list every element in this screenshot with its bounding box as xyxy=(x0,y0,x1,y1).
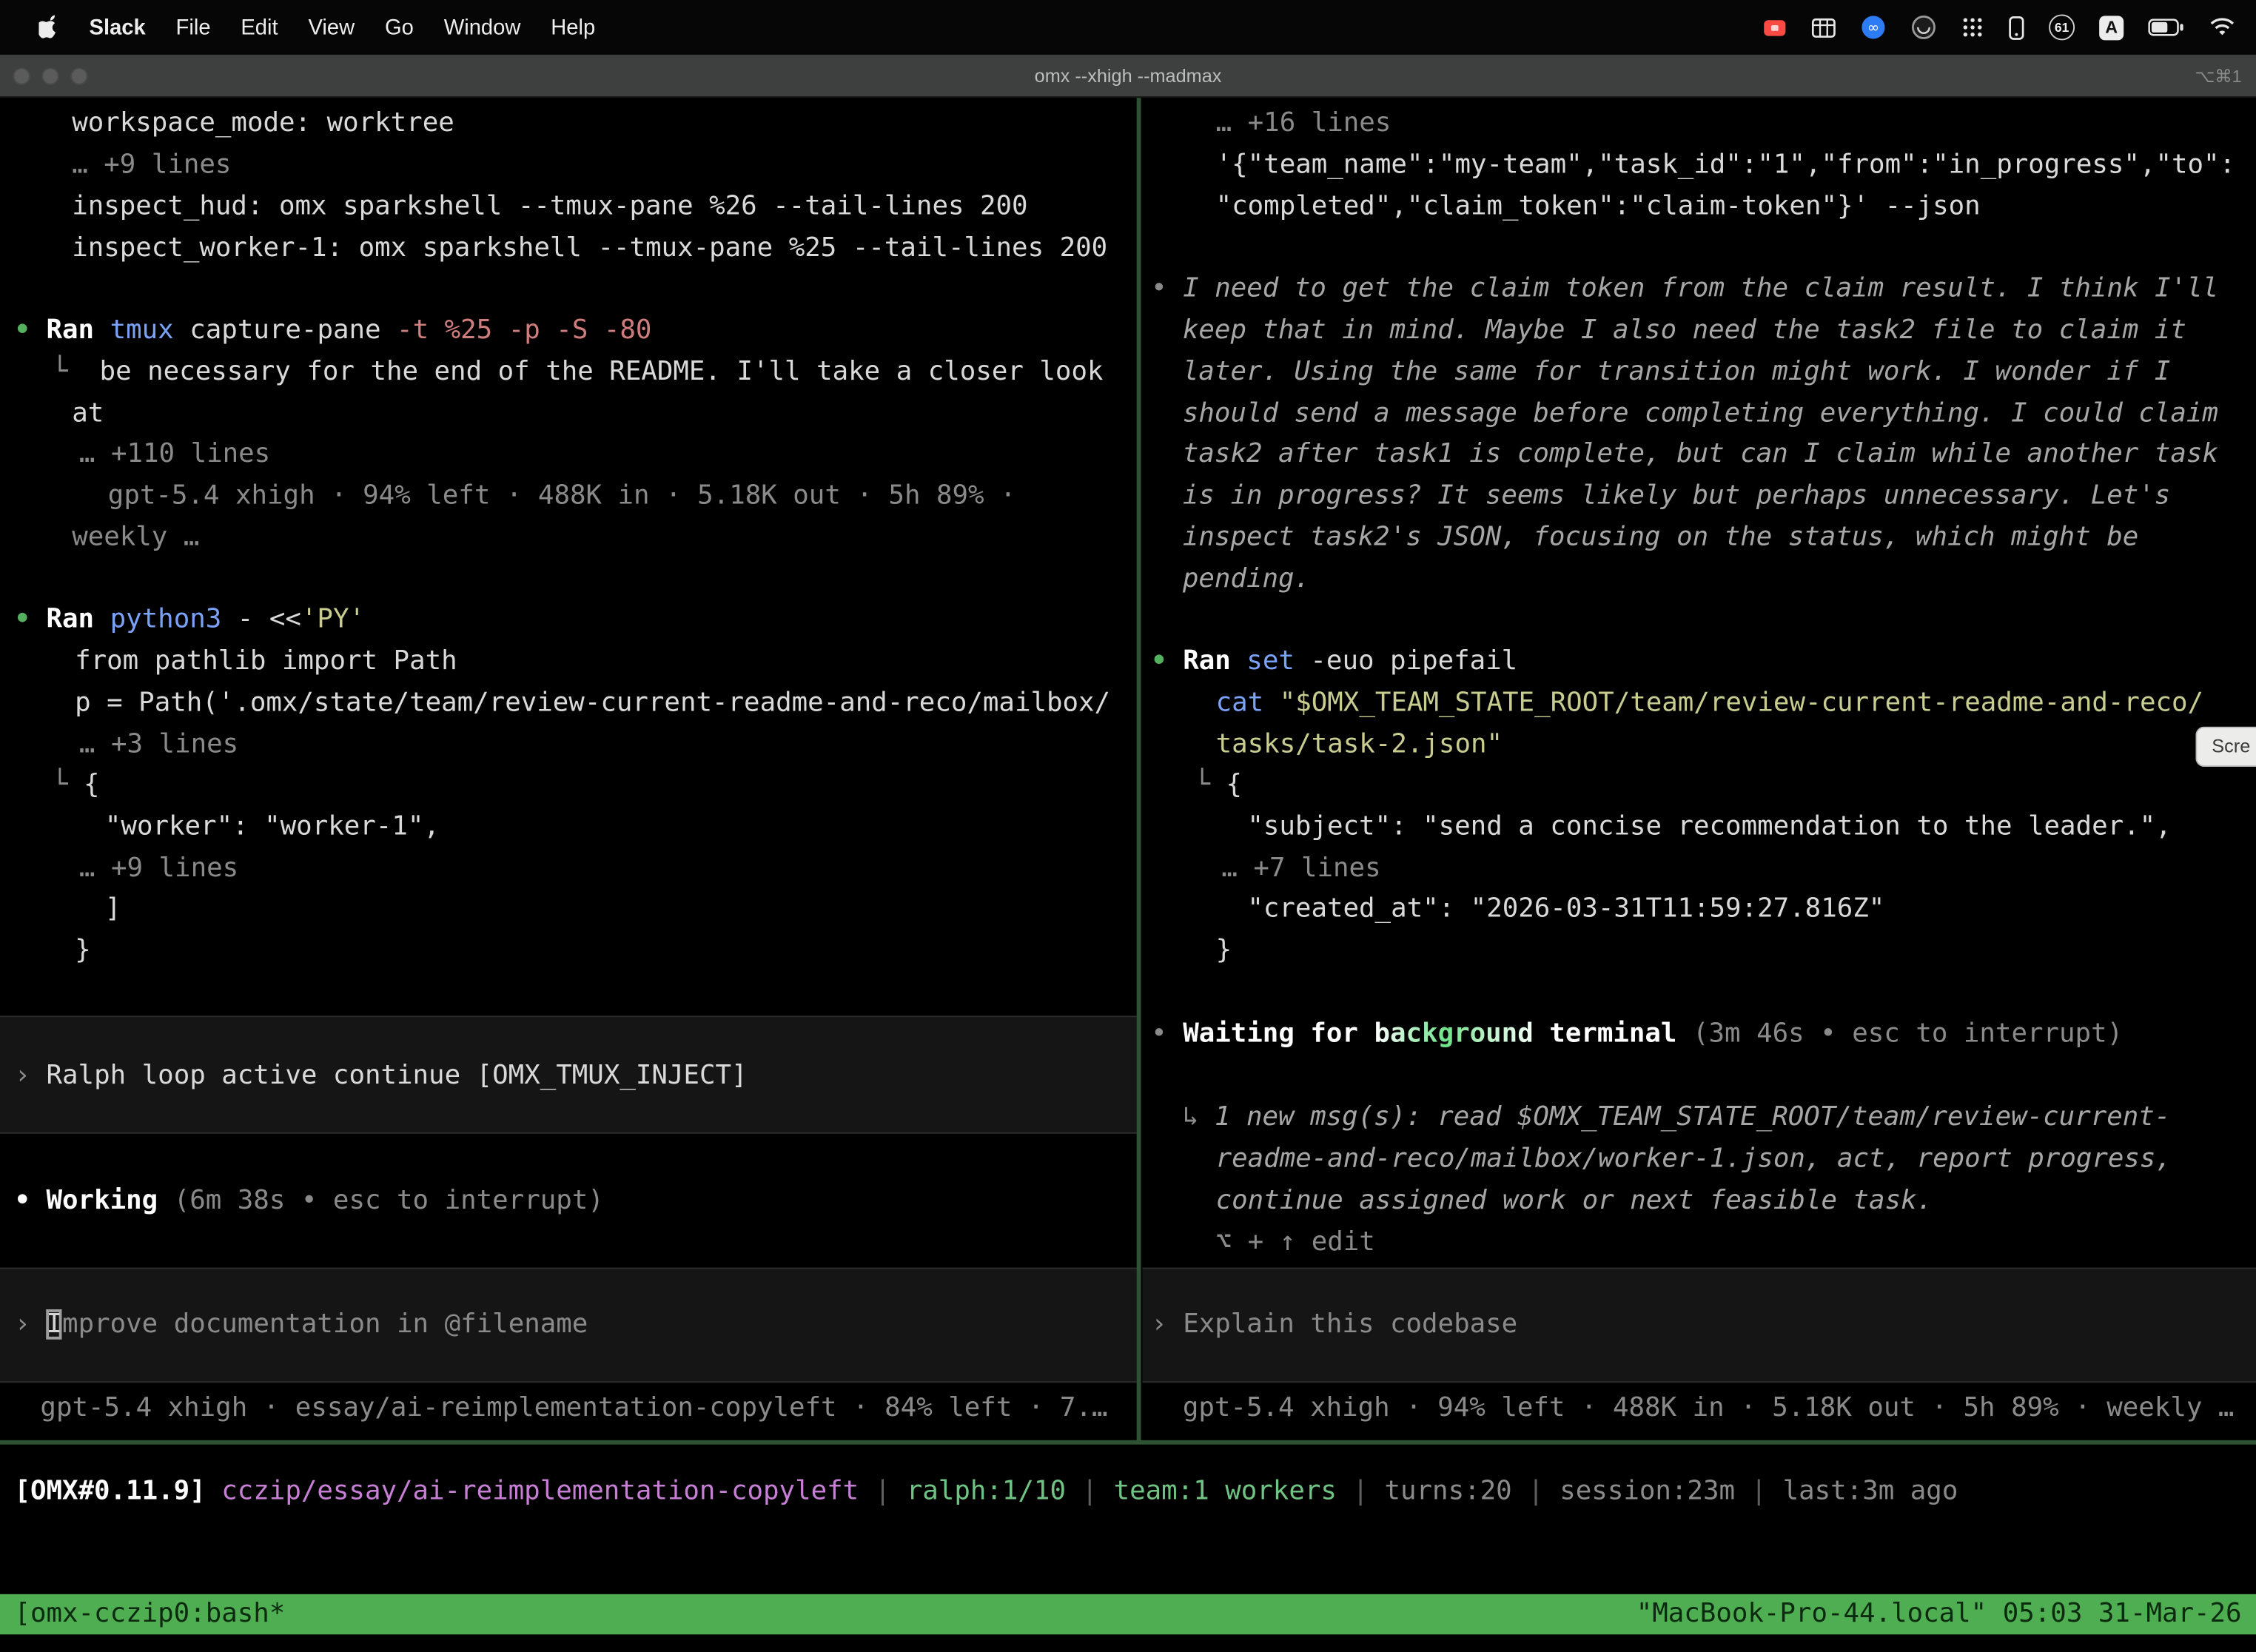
terminal-line: later. Using the same for transition mig… xyxy=(1183,351,2170,392)
dark-circle-app-icon[interactable] xyxy=(1910,14,1936,40)
terminal-line: └ { xyxy=(1194,764,1242,805)
window-title-bar: omx --xhigh --madmax ⌥⌘1 xyxy=(0,55,2256,98)
omx-status-line: [OMX#0.11.9] cczip/essay/ai-reimplementa… xyxy=(14,1471,1958,1512)
menu-view[interactable]: View xyxy=(308,15,355,39)
app-menus: File Edit View Go Window Help xyxy=(146,15,595,39)
terminal-line: p = Path('.omx/state/team/review-current… xyxy=(75,682,1110,723)
terminal-line: inspect_hud: omx sparkshell --tmux-pane … xyxy=(72,186,1027,227)
tmux-status-bar: [omx-cczip0:bash* "MacBook-Pro-44.local"… xyxy=(0,1594,2256,1634)
prompt-line: › Improve documentation in @filename xyxy=(14,1303,588,1345)
terminal-line: … +110 lines xyxy=(79,433,270,474)
menu-file[interactable]: File xyxy=(176,15,211,39)
battery-percentage-badge[interactable]: 61 xyxy=(2049,14,2075,40)
terminal-line: cat "$OMX_TEAM_STATE_ROOT/team/review-cu… xyxy=(1216,682,2203,723)
terminal-line: tasks/task-2.json" xyxy=(1216,724,1503,765)
terminal-line: pending. xyxy=(1183,558,1310,600)
terminal-line: "created_at": "2026-03-31T11:59:27.816Z" xyxy=(1247,887,1884,929)
menu-help[interactable]: Help xyxy=(551,15,595,39)
terminal-line: … +16 lines xyxy=(1216,102,1391,144)
terminal-line: weekly … xyxy=(72,517,199,558)
battery-icon[interactable] xyxy=(2148,19,2184,36)
terminal-line: } xyxy=(75,930,91,971)
terminal-line: … +9 lines xyxy=(72,144,231,185)
terminal-line: should send a message before completing … xyxy=(1183,393,2218,434)
terminal-line: • Ran set -euo pipefail xyxy=(1151,640,1517,682)
terminal-line: ↳ 1 new msg(s): read $OMX_TEAM_STATE_ROO… xyxy=(1183,1096,2170,1138)
menu-edit[interactable]: Edit xyxy=(241,15,278,39)
prompt-line: › Ralph loop active continue [OMX_TMUX_I… xyxy=(14,1055,747,1096)
menu-window[interactable]: Window xyxy=(444,15,521,39)
terminal-line: └ { xyxy=(52,764,100,805)
menu-go[interactable]: Go xyxy=(385,15,414,39)
screen: Slack File Edit View Go Window Help ∞ 61 A xyxy=(0,0,2256,1652)
terminal-line: readme-and-reco/mailbox/worker-1.json, a… xyxy=(1216,1138,2172,1180)
terminal-line: • Waiting for background terminal (3m 46… xyxy=(1151,1013,2123,1055)
screen-record-indicator-icon[interactable] xyxy=(1762,16,1787,38)
terminal-line: gpt-5.4 xhigh · 94% left · 488K in · 5.1… xyxy=(108,474,1016,516)
input-source-icon[interactable]: A xyxy=(2099,15,2124,39)
tmux-session-window: [omx-cczip0:bash* xyxy=(14,1594,285,1634)
terminal-line: gpt-5.4 xhigh · essay/ai-reimplementatio… xyxy=(40,1387,1107,1428)
loop-app-icon[interactable]: ∞ xyxy=(1860,14,1886,40)
pane-divider-horizontal xyxy=(0,1440,2256,1445)
svg-text:∞: ∞ xyxy=(1867,19,1879,36)
terminal-line: inspect_worker-1: omx sparkshell --tmux-… xyxy=(72,227,1107,269)
active-app-name[interactable]: Slack xyxy=(90,15,146,39)
dots-grid-icon[interactable] xyxy=(1961,16,1984,38)
input-source-letter: A xyxy=(2105,17,2118,37)
terminal-line: … +3 lines xyxy=(79,724,238,765)
screen-share-overlay-label: Scre xyxy=(2212,735,2250,756)
terminal-line: ] xyxy=(105,887,121,929)
apple-menu-icon[interactable] xyxy=(38,14,61,40)
terminal-line: "worker": "worker-1", xyxy=(105,806,440,847)
terminal-line: • I need to get the claim token from the… xyxy=(1151,268,2218,309)
terminal-line: • Ran tmux capture-pane -t %25 -p -S -80 xyxy=(14,309,651,351)
terminal-line: inspect task2's JSON, focusing on the st… xyxy=(1183,517,2138,558)
terminal-line: } xyxy=(1216,930,1232,971)
terminal-line: at xyxy=(72,393,104,434)
terminal-line: … +7 lines xyxy=(1221,847,1380,889)
terminal-line: is in progress? It seems likely but perh… xyxy=(1183,474,2170,516)
terminal-line: '{"team_name":"my-team","task_id":"1","f… xyxy=(1216,144,2235,185)
grid-table-icon[interactable] xyxy=(1811,16,1836,38)
terminal-line: • Working (6m 38s • esc to interrupt) xyxy=(14,1180,603,1221)
terminal-line: task2 after task1 is complete, but can I… xyxy=(1183,433,2218,474)
terminal-line: gpt-5.4 xhigh · 94% left · 488K in · 5.1… xyxy=(1183,1387,2235,1428)
window-shortcut-hint: ⌥⌘1 xyxy=(2195,55,2241,98)
terminal-line: … +9 lines xyxy=(79,847,238,889)
terminal-line: ⌥ + ↑ edit xyxy=(1216,1221,1375,1263)
terminal-line: from pathlib import Path xyxy=(75,640,457,682)
terminal-line: • Ran python3 - <<'PY' xyxy=(14,599,365,640)
menu-bar-status-area: ∞ 61 A xyxy=(1762,14,2256,40)
terminal-line: "completed","claim_token":"claim-token"}… xyxy=(1216,186,1981,227)
terminal-line: └ be necessary for the end of the README… xyxy=(52,351,1104,392)
prompt-line: › Explain this codebase xyxy=(1151,1303,1517,1345)
battery-percentage-value: 61 xyxy=(2055,20,2069,34)
terminal-line: continue assigned work or next feasible … xyxy=(1216,1180,1933,1221)
window-title: omx --xhigh --madmax xyxy=(0,55,2256,98)
screen-share-overlay[interactable]: Scre xyxy=(2196,727,2256,767)
terminal-line: "subject": "send a concise recommendatio… xyxy=(1247,806,2171,847)
wifi-icon[interactable] xyxy=(2209,17,2236,37)
device-icon[interactable] xyxy=(2009,15,2024,39)
tmux-host-clock: "MacBook-Pro-44.local" 05:03 31-Mar-26 xyxy=(1636,1594,2242,1634)
pane-divider-vertical[interactable] xyxy=(1137,98,1141,1442)
terminal-line: keep that in mind. Maybe I also need the… xyxy=(1183,309,2186,351)
terminal-line: workspace_mode: worktree xyxy=(72,102,454,144)
macos-menu-bar: Slack File Edit View Go Window Help ∞ 61 A xyxy=(0,0,2256,55)
